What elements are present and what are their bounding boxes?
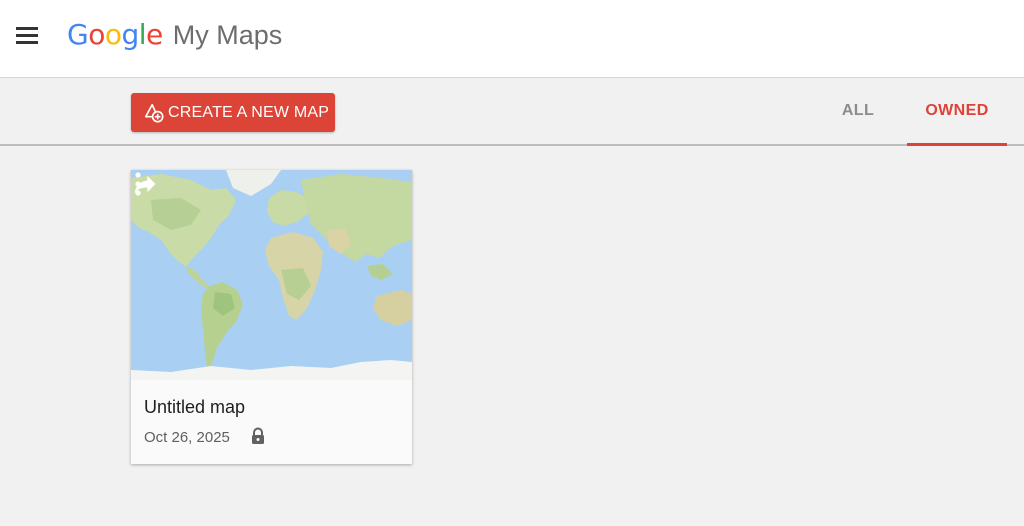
hamburger-menu-icon[interactable] <box>14 25 40 45</box>
world-map-image <box>131 170 412 380</box>
add-map-icon <box>144 103 164 123</box>
toolbar: CREATE A NEW MAP ALL OWNED <box>0 78 1024 146</box>
active-tab-indicator <box>907 143 1007 146</box>
product-name: My Maps <box>172 20 283 50</box>
create-new-map-label: CREATE A NEW MAP <box>168 103 330 121</box>
logo-letter: o <box>104 18 122 51</box>
map-title: Untitled map <box>144 397 246 417</box>
lock-icon <box>252 427 264 444</box>
tab-owned-label: OWNED <box>925 102 989 119</box>
logo-letter: G <box>67 18 89 51</box>
google-wordmark: Google <box>67 18 163 51</box>
map-thumbnail[interactable] <box>131 170 412 380</box>
logo-letter: e <box>146 18 163 51</box>
google-my-maps-logo[interactable]: Google My Maps <box>67 18 282 54</box>
logo-letter: g <box>121 18 139 51</box>
tab-all-label: ALL <box>841 102 875 119</box>
map-date: Oct 26, 2025 <box>144 429 230 446</box>
logo-letter: l <box>138 18 147 51</box>
map-card[interactable]: Untitled map Oct 26, 2025 <box>131 170 412 464</box>
tab-owned[interactable]: OWNED <box>907 78 1007 146</box>
app-bar: Google My Maps <box>0 0 1024 78</box>
create-new-map-button[interactable]: CREATE A NEW MAP <box>131 93 335 132</box>
logo-letter: o <box>88 18 105 51</box>
tab-all[interactable]: ALL <box>818 78 898 144</box>
more-vertical-icon[interactable] <box>131 170 145 200</box>
